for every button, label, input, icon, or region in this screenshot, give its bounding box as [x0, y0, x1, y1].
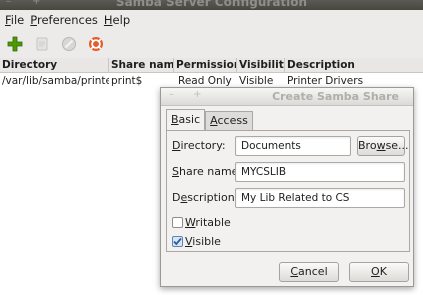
create-share-dialog: – + Create Samba Share Basic Access Dire… [160, 87, 414, 287]
menu-preferences[interactable]: Preferences [29, 13, 103, 27]
menubar: File Preferences Help [0, 10, 423, 30]
tab-access[interactable]: Access [205, 111, 253, 131]
menu-help[interactable]: Help [103, 13, 135, 27]
cancel-button[interactable]: Cancel [279, 262, 339, 282]
toolbar [0, 30, 423, 58]
description-label: Description: [172, 191, 239, 204]
dialog-titlebar: – + Create Samba Share [161, 88, 413, 106]
add-share-button[interactable] [4, 33, 26, 55]
visible-checkbox[interactable]: Visible [172, 235, 221, 248]
tab-bar: Basic Access [166, 109, 253, 131]
tab-basic[interactable]: Basic [166, 109, 206, 131]
column-header-permissions[interactable]: Permissions [174, 58, 237, 72]
column-header-share-name[interactable]: Share name [109, 58, 174, 72]
column-header-description[interactable]: Description [285, 58, 423, 72]
window-title: Samba Server Configuration [115, 0, 308, 9]
properties-button[interactable] [31, 33, 53, 55]
menu-file[interactable]: File [4, 13, 29, 27]
cell-directory: /var/lib/samba/printers [2, 75, 109, 87]
share-name-label: Share name: [172, 165, 243, 178]
description-input[interactable]: My Lib Related to CS [235, 188, 405, 208]
delete-share-button[interactable] [58, 33, 80, 55]
writable-label: Writable [185, 216, 231, 229]
dialog-window-controls[interactable]: – + [169, 89, 210, 100]
delete-share-icon [61, 36, 77, 52]
checkmark-icon [173, 237, 182, 246]
table-header: Directory Share name Permissions Visibil… [0, 58, 423, 73]
browse-button[interactable]: Browse... [357, 136, 409, 156]
basic-tab-panel: Directory: Documents Browse... Share nam… [166, 130, 410, 252]
writable-checkbox[interactable]: Writable [172, 216, 231, 229]
ok-button[interactable]: OK [349, 262, 409, 282]
writable-checkbox-box[interactable] [172, 217, 183, 228]
column-header-directory[interactable]: Directory [0, 58, 109, 72]
help-button[interactable] [85, 33, 107, 55]
add-share-icon [7, 36, 23, 52]
dialog-title: Create Samba Share [272, 90, 399, 103]
directory-input[interactable]: Documents [235, 136, 351, 156]
visible-label: Visible [185, 235, 221, 248]
directory-label: Directory: [172, 139, 226, 152]
properties-icon [34, 36, 50, 52]
main-titlebar: – + Samba Server Configuration [0, 0, 423, 10]
share-name-input[interactable]: MYCSLIB [235, 162, 405, 182]
help-icon [88, 36, 104, 52]
column-header-visibility[interactable]: Visibility [237, 58, 285, 72]
visible-checkbox-box[interactable] [172, 236, 183, 247]
